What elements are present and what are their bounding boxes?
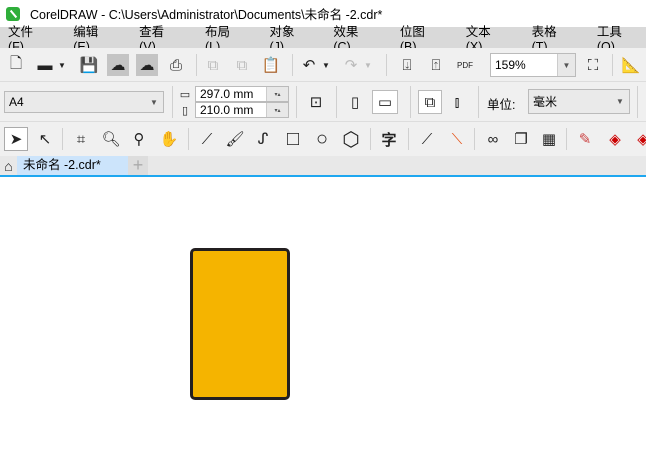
blend-tool-icon[interactable]: ∞	[482, 128, 504, 150]
open-icon[interactable]: ▬	[34, 54, 56, 76]
tab-document[interactable]: 未命名 -2.cdr*	[17, 156, 128, 175]
separator	[474, 128, 475, 150]
redo-icon[interactable]: ↷	[340, 54, 362, 76]
cut-icon[interactable]: ⧉	[202, 54, 224, 76]
zoom-level-field[interactable]: 159% ▼	[490, 53, 576, 77]
page-height-spinner[interactable]: ▾▴	[266, 87, 288, 101]
separator	[478, 86, 479, 118]
portrait-icon[interactable]: ▯	[344, 91, 366, 113]
separator	[292, 54, 293, 76]
separator	[296, 86, 297, 118]
separator	[566, 128, 567, 150]
rectangle-tool-icon[interactable]: □	[282, 128, 304, 150]
separator	[172, 86, 173, 118]
add-tab-icon[interactable]: +	[128, 155, 148, 175]
new-document-icon[interactable]: 🗋	[5, 54, 27, 76]
standard-toolbar: 🗋 ▬ ▼ 💾 ☁ ☁ ⎙ ⧉ ⧉ 📋 ↶ ▼ ↷ ▼ ⍗ ⍐ PDF 159%…	[0, 48, 646, 82]
ellipse-tool-icon[interactable]: ○	[311, 128, 333, 150]
save-icon[interactable]: 💾	[78, 54, 100, 76]
separator	[188, 128, 189, 150]
cloud-download-icon[interactable]: ☁	[107, 54, 129, 76]
import-icon[interactable]: ⍗	[396, 54, 418, 76]
unit-dropdown-icon[interactable]: ▼	[611, 90, 629, 113]
separator	[370, 128, 371, 150]
full-screen-icon[interactable]: ⛶	[582, 54, 604, 76]
page-height-value: 297.0 mm	[200, 87, 254, 101]
unit-select[interactable]: 毫米 ▼	[528, 89, 630, 114]
interactive-fill-icon[interactable]: ◈	[604, 128, 626, 150]
print-icon[interactable]: ⎙	[165, 54, 187, 76]
export-icon[interactable]: ⍐	[425, 54, 447, 76]
page-width-value: 210.0 mm	[200, 103, 254, 117]
separator	[410, 86, 411, 118]
pan-tool-icon[interactable]: ✋	[158, 128, 180, 150]
text-tool-glyph: 字	[381, 131, 397, 149]
bspline-tool-icon[interactable]: ᔑ	[252, 128, 274, 150]
pick-tool-icon[interactable]: ➤	[4, 127, 28, 151]
document-tab-bar: ⌂ 未命名 -2.cdr* +	[0, 155, 646, 177]
page-width-icon: ▯	[181, 104, 189, 117]
separator	[62, 128, 63, 150]
page-height-icon: ▭	[179, 88, 191, 101]
landscape-icon[interactable]: ▭	[372, 90, 398, 114]
smart-fill-icon[interactable]: ◈	[632, 128, 646, 150]
connector-tool-icon[interactable]: ⟍	[446, 128, 468, 150]
separator	[336, 86, 337, 118]
page-width-input[interactable]: 210.0 mm ▾▴	[195, 102, 289, 118]
copy-icon[interactable]: ⧉	[231, 54, 253, 76]
coreldraw-logo-icon	[6, 6, 20, 21]
crop-tool-icon[interactable]: ⌗	[70, 128, 92, 150]
shape-tool-icon[interactable]: ↖	[34, 128, 56, 150]
page-size-dropdown-icon[interactable]: ▼	[145, 92, 163, 112]
artistic-media-icon[interactable]: 🖌	[224, 128, 246, 150]
polygon-tool-icon[interactable]: ⬡	[340, 128, 362, 151]
current-page-icon[interactable]: ⫾	[446, 91, 468, 113]
undo-dropdown-icon[interactable]: ▼	[320, 54, 332, 76]
separator	[637, 86, 638, 118]
all-pages-icon[interactable]: ⧉	[418, 90, 442, 114]
page-size-value: A4	[9, 95, 24, 109]
page-height-input[interactable]: 297.0 mm ▾▴	[195, 86, 289, 102]
freehand-tool-icon[interactable]: ⟋	[196, 128, 218, 150]
open-dropdown-icon[interactable]: ▼	[56, 54, 68, 76]
drop-shadow-icon[interactable]: ❐	[510, 128, 532, 150]
toolbox: ➤ ↖ ⌗ 🔍︎ ⚲ ✋ ⟋ 🖌 ᔑ □ ○ ⬡ 字 ⟋ ⟍ ∞ ❐ ▦ ✎ ◈…	[0, 122, 646, 156]
zoom-tool-icon[interactable]: 🔍︎	[100, 128, 122, 150]
unit-label: 单位:	[487, 98, 516, 112]
drawing-canvas[interactable]	[0, 178, 646, 466]
page-size-select[interactable]: A4 ▼	[4, 91, 164, 113]
dimension-tool-icon[interactable]: ⟋	[416, 128, 438, 150]
eyedropper-tool-icon[interactable]: ✎	[574, 128, 596, 150]
pdf-label: PDF	[457, 60, 473, 70]
separator	[408, 128, 409, 150]
cloud-upload-icon[interactable]: ☁	[136, 54, 158, 76]
home-icon[interactable]: ⌂	[0, 156, 17, 175]
menu-bar: 文件(F) 编辑(E) 查看(V) 布局(L) 对象(J) 效果(C) 位图(B…	[0, 25, 646, 54]
paste-icon[interactable]: 📋	[260, 54, 282, 76]
redo-dropdown-icon[interactable]: ▼	[362, 54, 374, 76]
property-bar: A4 ▼ ▭ 297.0 mm ▾▴ ▯ 210.0 mm ▾▴ ⊡ ▯ ▭ ⧉…	[0, 82, 646, 122]
separator	[196, 54, 197, 76]
transparency-tool-icon[interactable]: ▦	[538, 128, 560, 150]
separator	[386, 54, 387, 76]
page-options-icon[interactable]: ⊡	[305, 91, 327, 113]
zoom-level-value: 159%	[495, 58, 526, 72]
text-tool-icon[interactable]: 字	[378, 128, 400, 150]
separator	[612, 54, 613, 76]
rectangle-shape[interactable]	[190, 248, 290, 400]
zoom-dropdown-icon[interactable]: ▼	[557, 54, 575, 76]
rulers-icon[interactable]: 📐	[620, 54, 642, 76]
export-pdf-icon[interactable]: PDF	[454, 54, 476, 76]
zoom-out-tool-icon[interactable]: ⚲	[128, 128, 150, 150]
undo-icon[interactable]: ↶	[298, 54, 320, 76]
add-tab-label: +	[132, 155, 144, 175]
unit-value: 毫米	[533, 95, 558, 109]
page-width-spinner[interactable]: ▾▴	[266, 103, 288, 117]
